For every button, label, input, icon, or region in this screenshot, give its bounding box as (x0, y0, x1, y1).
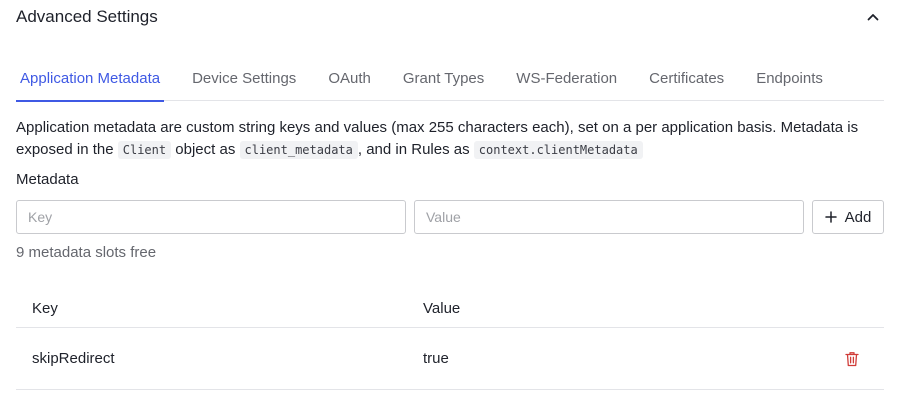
tab-grant-types[interactable]: Grant Types (399, 56, 488, 101)
metadata-value-input[interactable] (414, 200, 804, 234)
tab-endpoints[interactable]: Endpoints (752, 56, 827, 101)
tab-certificates[interactable]: Certificates (645, 56, 728, 101)
section-title: Advanced Settings (16, 7, 158, 26)
column-header-key: Key (32, 300, 58, 317)
tab-application-metadata[interactable]: Application Metadata (16, 56, 165, 102)
metadata-description: Application metadata are custom string k… (16, 117, 890, 161)
code-context-client-metadata: context.clientMetadata (473, 141, 643, 159)
tab-oauth[interactable]: OAuth (324, 56, 375, 101)
tab-ws-federation[interactable]: WS-Federation (512, 56, 621, 101)
metadata-table: Key Value skipRedirect true (16, 290, 884, 390)
collapse-button[interactable] (862, 6, 884, 28)
metadata-label: Metadata (16, 171, 79, 188)
add-button-label: Add (844, 208, 872, 226)
add-metadata-button[interactable]: Add (812, 200, 884, 234)
column-header-value: Value (423, 300, 461, 317)
delete-metadata-button[interactable] (842, 349, 862, 369)
code-client: Client (117, 141, 172, 159)
trash-icon (845, 351, 859, 366)
metadata-slots-free: 9 metadata slots free (16, 244, 157, 261)
tab-device-settings[interactable]: Device Settings (188, 56, 300, 101)
row-action (824, 349, 884, 369)
advanced-settings-header: Advanced Settings (16, 0, 884, 34)
description-text-3: , and in Rules as (357, 141, 470, 158)
chevron-up-icon (867, 14, 879, 21)
metadata-key-input[interactable] (16, 200, 406, 234)
table-row: skipRedirect true (16, 328, 884, 390)
row-key: skipRedirect (32, 350, 115, 367)
code-client-metadata: client_metadata (239, 141, 358, 159)
table-header: Key Value (16, 290, 884, 328)
plus-icon (824, 211, 837, 223)
settings-tabs: Application Metadata Device Settings OAu… (16, 56, 884, 102)
description-text-2: object as (175, 141, 236, 158)
row-value: true (423, 350, 449, 367)
